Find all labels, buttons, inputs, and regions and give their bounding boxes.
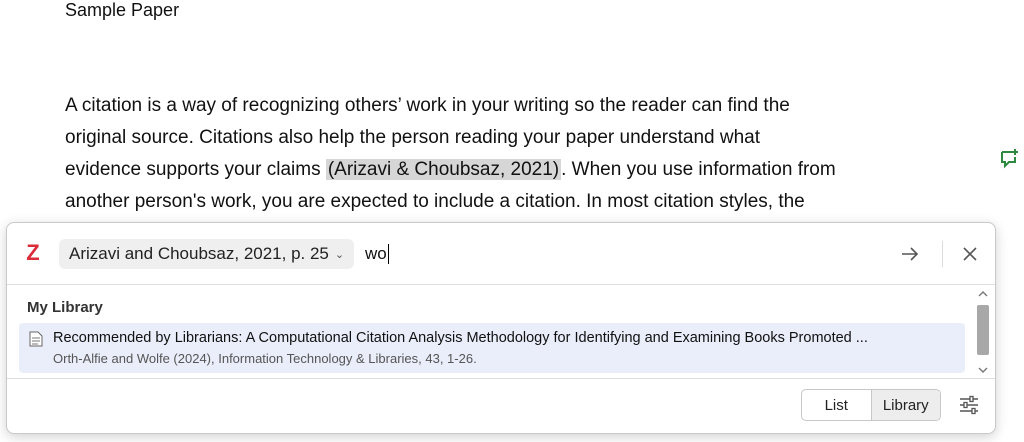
- document-title: Sample Paper: [65, 0, 180, 20]
- citation-picker-dialog: Z Arizavi and Choubsaz, 2021, p. 25 ⌄ wo…: [6, 222, 996, 434]
- citation-bubble[interactable]: Arizavi and Choubsaz, 2021, p. 25 ⌄: [59, 239, 355, 269]
- search-query-text: wo: [365, 244, 387, 263]
- document-paragraph: A citation is a way of recognizing other…: [65, 90, 965, 232]
- chevron-down-icon[interactable]: [978, 365, 988, 375]
- paragraph-line: original source. Citations also help the…: [65, 127, 760, 148]
- divider: [7, 284, 995, 285]
- settings-sliders-icon[interactable]: [958, 395, 980, 415]
- paragraph-line: A citation is a way of recognizing other…: [65, 95, 790, 116]
- search-input[interactable]: wo: [365, 241, 389, 267]
- paragraph-line: another person's work, you are expected …: [65, 191, 805, 212]
- close-icon[interactable]: [957, 241, 983, 267]
- list-item[interactable]: Recommended by Librarians: A Computation…: [19, 323, 965, 373]
- result-subtitle: Orth-Alfie and Wolfe (2024), Information…: [53, 351, 477, 366]
- comment-add-icon[interactable]: [998, 147, 1020, 169]
- document-icon: [29, 331, 43, 347]
- scrollbar-thumb[interactable]: [977, 305, 989, 355]
- result-title: Recommended by Librarians: A Computation…: [53, 330, 868, 346]
- paragraph-text: . When you use information from: [561, 159, 836, 180]
- divider: [7, 378, 995, 379]
- arrow-right-icon[interactable]: [897, 241, 923, 267]
- text-caret: [387, 244, 389, 264]
- chevron-down-icon[interactable]: ⌄: [335, 248, 344, 261]
- citation-bubble-label: Arizavi and Choubsaz, 2021, p. 25: [69, 244, 329, 263]
- scrollbar[interactable]: [975, 289, 991, 377]
- paragraph-line: evidence supports your claims (Arizavi &…: [65, 154, 965, 186]
- chevron-up-icon[interactable]: [978, 289, 988, 299]
- zotero-logo: Z: [26, 240, 40, 265]
- view-mode-toggle: List Library: [801, 389, 941, 421]
- divider: [942, 241, 943, 267]
- list-mode-button[interactable]: List: [802, 390, 871, 420]
- section-label-my-library: My Library: [27, 299, 103, 316]
- library-mode-button[interactable]: Library: [870, 390, 940, 420]
- paragraph-text: evidence supports your claims: [65, 159, 326, 180]
- citation-field[interactable]: (Arizavi & Choubsaz, 2021): [325, 159, 562, 180]
